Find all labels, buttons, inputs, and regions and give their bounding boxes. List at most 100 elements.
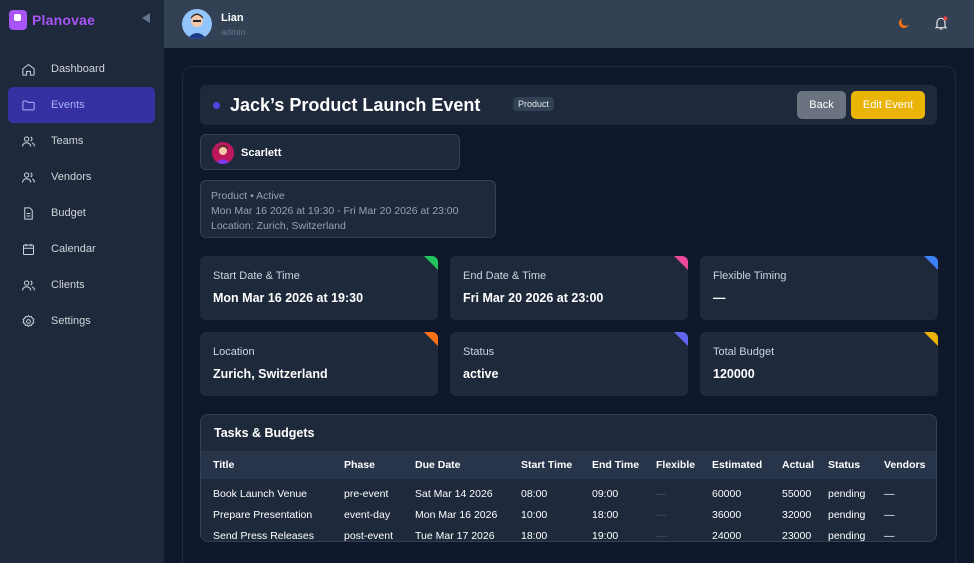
column-header[interactable]: Estimated <box>700 451 770 479</box>
task-start-time: 08:00 <box>521 487 548 500</box>
card-accent <box>924 256 938 270</box>
sidebar-item-teams[interactable]: Teams <box>8 123 155 159</box>
card-label: Start Date & Time <box>213 270 300 282</box>
task-due-date: Sat Mar 14 2026 <box>415 487 493 500</box>
user-avatar[interactable] <box>182 9 212 39</box>
sidebar-item-clients[interactable]: Clients <box>8 267 155 303</box>
column-header[interactable]: Title <box>201 451 332 479</box>
tasks-budgets-section: Tasks & Budgets Title Phase Due Date Sta… <box>200 414 937 542</box>
column-header[interactable]: Flexible <box>644 451 700 479</box>
card-value: active <box>463 367 499 381</box>
task-due-date: Tue Mar 17 2026 <box>415 529 495 542</box>
task-phase: event-day <box>344 508 391 521</box>
task-due-date: Mon Mar 16 2026 <box>415 508 498 521</box>
task-end-time: 19:00 <box>592 529 619 542</box>
table-row[interactable]: Book Launch Venue pre-event Sat Mar 14 2… <box>201 479 936 504</box>
card-value: Zurich, Switzerland <box>213 367 328 381</box>
table-row[interactable]: Send Press Releases post-event Tue Mar 1… <box>201 525 936 542</box>
status-card: Status active <box>450 332 688 396</box>
brand[interactable]: Planovae <box>9 10 95 30</box>
home-icon <box>22 63 35 76</box>
column-header[interactable]: Status <box>816 451 872 479</box>
column-header[interactable]: Phase <box>332 451 403 479</box>
sidebar-nav: Dashboard Events Teams Vendors Budget Ca… <box>8 51 155 339</box>
document-icon <box>24 206 33 220</box>
task-actual: 55000 <box>782 487 812 500</box>
task-phase: post-event <box>344 529 394 542</box>
sidebar-item-label: Teams <box>51 135 84 147</box>
card-value: Mon Mar 16 2026 at 19:30 <box>213 291 364 305</box>
sidebar-item-dashboard[interactable]: Dashboard <box>8 51 155 87</box>
sidebar-item-label: Dashboard <box>51 63 105 75</box>
task-start-time: 10:00 <box>521 508 548 521</box>
task-status: pending <box>828 508 866 521</box>
task-flexible: — <box>656 487 667 500</box>
collapse-sidebar-icon[interactable] <box>142 13 150 23</box>
brand-name: Planovae <box>32 12 96 28</box>
bell-icon[interactable] <box>933 15 949 31</box>
task-actual: 23000 <box>782 529 812 542</box>
section-title: Tasks & Budgets <box>214 426 315 440</box>
users-icon <box>22 171 35 183</box>
task-end-time: 18:00 <box>592 508 619 521</box>
users-icon <box>22 135 35 147</box>
task-title: Prepare Presentation <box>213 508 313 521</box>
column-header[interactable]: Vendors <box>872 451 936 479</box>
user-role: admin <box>221 27 246 37</box>
column-header[interactable]: Start Time <box>509 451 580 479</box>
sidebar-item-vendors[interactable]: Vendors <box>8 159 155 195</box>
task-end-time: 09:00 <box>592 487 619 500</box>
sidebar-item-calendar[interactable]: Calendar <box>8 231 155 267</box>
card-label: Location <box>213 346 255 358</box>
owner-chip[interactable]: Scarlett <box>200 134 460 170</box>
sidebar-item-label: Events <box>51 99 85 111</box>
card-accent <box>674 332 688 346</box>
task-status: pending <box>828 529 866 542</box>
summary-category-status: Product • Active <box>211 190 285 202</box>
table-row[interactable]: Prepare Presentation event-day Mon Mar 1… <box>201 504 936 525</box>
planovae-logo-icon <box>9 10 27 30</box>
card-value: 120000 <box>713 367 755 381</box>
card-accent <box>424 256 438 270</box>
task-vendors: — <box>884 487 895 500</box>
gear-icon <box>22 314 35 327</box>
card-value: Fri Mar 20 2026 at 23:00 <box>463 291 604 305</box>
owner-name: Scarlett <box>241 147 282 159</box>
card-value: — <box>713 291 726 305</box>
sidebar-item-settings[interactable]: Settings <box>8 303 155 339</box>
task-status: pending <box>828 487 866 500</box>
task-flexible: — <box>656 508 667 521</box>
task-estimated: 36000 <box>712 508 742 521</box>
sidebar-item-budget[interactable]: Budget <box>8 195 155 231</box>
sidebar-item-label: Calendar <box>51 243 96 255</box>
users-icon <box>22 279 35 291</box>
flexible-timing-card: Flexible Timing — <box>700 256 938 320</box>
back-button[interactable]: Back <box>797 91 846 119</box>
column-header[interactable]: Actual <box>770 451 816 479</box>
category-badge: Product <box>513 97 555 111</box>
column-header[interactable]: End Time <box>580 451 644 479</box>
column-header[interactable]: Due Date <box>403 451 509 479</box>
sidebar-item-label: Settings <box>51 315 91 327</box>
summary-dates: Mon Mar 16 2026 at 19:30 - Fri Mar 20 20… <box>211 205 459 217</box>
moon-icon[interactable] <box>897 16 911 30</box>
card-accent <box>424 332 438 346</box>
event-title-bar: Jack’s Product Launch Event Product Back… <box>200 85 937 125</box>
location-card: Location Zurich, Switzerland <box>200 332 438 396</box>
task-estimated: 60000 <box>712 487 742 500</box>
sidebar-item-events[interactable]: Events <box>8 87 155 123</box>
card-accent <box>674 256 688 270</box>
summary-location: Location: Zurich, Switzerland <box>211 220 346 232</box>
event-summary: Product • Active Mon Mar 16 2026 at 19:3… <box>200 180 496 238</box>
sidebar-item-label: Vendors <box>51 171 92 183</box>
start-datetime-card: Start Date & Time Mon Mar 16 2026 at 19:… <box>200 256 438 320</box>
card-label: Status <box>463 346 495 358</box>
task-start-time: 18:00 <box>521 529 548 542</box>
end-datetime-card: End Date & Time Fri Mar 20 2026 at 23:00 <box>450 256 688 320</box>
calendar-icon <box>23 243 34 255</box>
edit-event-button[interactable]: Edit Event <box>851 91 925 119</box>
sidebar-item-label: Budget <box>51 207 86 219</box>
user-name: Lian <box>221 12 244 24</box>
task-title: Send Press Releases <box>213 529 314 542</box>
total-budget-card: Total Budget 120000 <box>700 332 938 396</box>
